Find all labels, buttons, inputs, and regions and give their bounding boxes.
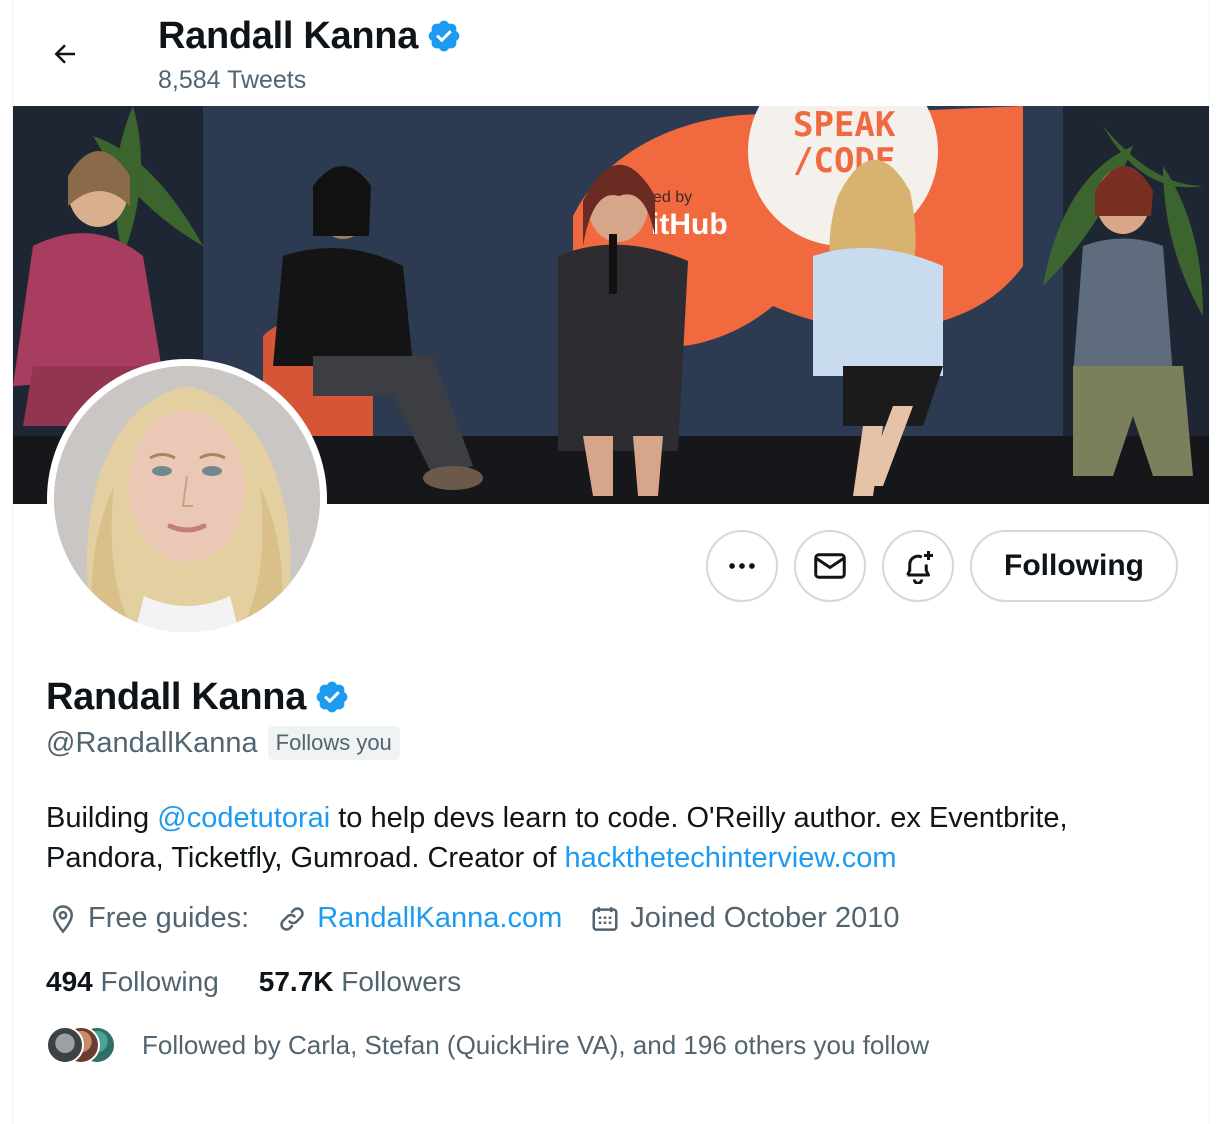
following-stat[interactable]: 494 Following [46, 966, 219, 998]
profile-handle: @RandallKanna [46, 726, 258, 759]
profile-page: Randall Kanna 8,584 Tweets SPEAK /CODE e… [12, 0, 1210, 1124]
location-text: Free guides: [88, 902, 250, 934]
following-label: Following [100, 966, 219, 997]
followed-by-row[interactable]: Followed by Carla, Stefan (QuickHire VA)… [46, 1026, 929, 1064]
avatar-photo [54, 366, 320, 632]
location-pin-icon [52, 904, 74, 933]
profile-meta: Free guides: RandallKanna.com Joined Oct… [48, 902, 928, 935]
arrow-left-icon [54, 44, 75, 64]
header-name: Randall Kanna [158, 15, 419, 57]
mutual-avatars [46, 1026, 118, 1064]
banner-sponsor-text-2: itHub [651, 208, 728, 241]
profile-name-text: Randall Kanna [46, 676, 307, 718]
verified-badge-icon [428, 20, 460, 52]
message-button[interactable] [794, 530, 866, 602]
location-item: Free guides: [48, 902, 249, 935]
followers-label: Followers [341, 966, 462, 997]
banner-sign-text-1: SPEAK [793, 106, 896, 145]
joined-item: Joined October 2010 [590, 902, 900, 935]
bio-url-link[interactable]: hackthetechinterview.com [564, 842, 896, 874]
back-button[interactable] [43, 32, 87, 76]
profile-stats: 494 Following 57.7K Followers [46, 966, 461, 998]
website-item: RandallKanna.com [277, 902, 562, 935]
bell-plus-icon [906, 551, 933, 584]
follows-you-badge: Follows you [267, 726, 400, 760]
joined-text: Joined October 2010 [630, 902, 900, 934]
banner-sponsor-text-1: ed by [653, 189, 692, 206]
calendar-icon [592, 906, 618, 931]
following-count: 494 [46, 966, 93, 997]
website-link[interactable]: RandallKanna.com [317, 902, 562, 935]
envelope-icon [814, 553, 846, 579]
handle-row: @RandallKanna Follows you [46, 726, 400, 760]
followed-by-text: Followed by Carla, Stefan (QuickHire VA)… [142, 1029, 930, 1060]
notifications-button[interactable] [882, 530, 954, 602]
profile-bio: Building @codetutorai to help devs learn… [46, 798, 1176, 878]
profile-name: Randall Kanna [46, 674, 350, 720]
profile-avatar[interactable] [47, 359, 327, 639]
verified-badge-icon [316, 681, 348, 713]
more-dots-icon [729, 563, 755, 569]
followers-stat[interactable]: 57.7K Followers [259, 966, 461, 998]
mutual-avatar [46, 1026, 84, 1064]
tweet-count: 8,584 Tweets [158, 66, 307, 94]
link-icon [280, 906, 304, 931]
more-button[interactable] [706, 530, 778, 602]
followers-count: 57.7K [258, 966, 334, 997]
following-button[interactable]: Following [970, 530, 1178, 602]
bio-text-1: Building [46, 802, 158, 834]
profile-header: Randall Kanna 8,584 Tweets [13, 0, 1209, 106]
bio-mention-link[interactable]: @codetutorai [157, 802, 330, 834]
header-title: Randall Kanna [158, 14, 462, 58]
